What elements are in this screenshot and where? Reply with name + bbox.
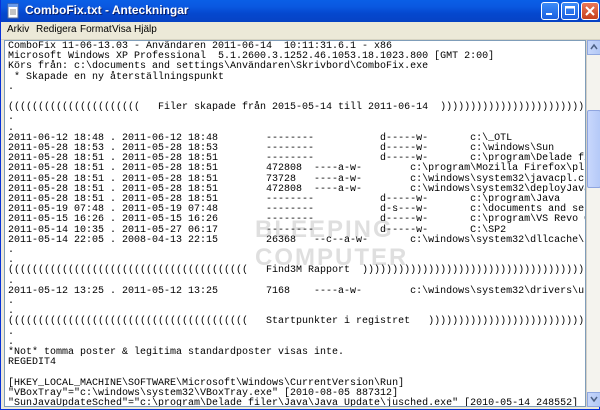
document-line: * Skapade en ny återställningspunkt <box>8 71 225 83</box>
document-line: (((((((((((((((((((((( Filer skapade frå… <box>8 102 586 114</box>
document-line: *Not* tomma poster & legitima standardpo… <box>8 347 345 359</box>
document-line: ((((((((((((((((((((((((((((((((((((((((… <box>8 316 586 328</box>
chevron-down-icon <box>590 396 598 403</box>
document-line: . <box>8 326 15 338</box>
menu-arkiv[interactable]: Arkiv <box>7 24 29 35</box>
maximize-icon <box>565 6 575 15</box>
vertical-scrollbar[interactable] <box>586 40 600 407</box>
document-line: . <box>8 81 15 93</box>
scroll-down-button[interactable] <box>587 392 600 407</box>
minimize-icon <box>546 13 552 15</box>
scroll-thumb[interactable] <box>587 110 600 188</box>
document-line: . <box>8 245 15 257</box>
document-line: . <box>8 296 15 308</box>
document-line: "SunJavaUpdateSched"="c:\program\Delade … <box>8 398 579 407</box>
close-button[interactable] <box>581 2 599 20</box>
document-line: REGEDIT4 <box>8 357 57 369</box>
text-editor[interactable]: ComboFix 11-06-13.03 - Användaren 2011-0… <box>4 40 586 407</box>
minimize-button[interactable] <box>541 2 559 20</box>
notepad-icon <box>7 3 19 19</box>
window-title: ComboFix.txt - Anteckningar <box>25 3 189 17</box>
notepad-window: ComboFix.txt - Anteckningar Arkiv Redige… <box>0 0 600 410</box>
document-line: . <box>8 112 15 124</box>
title-bar[interactable]: ComboFix.txt - Anteckningar <box>1 0 600 22</box>
document-text[interactable]: ComboFix 11-06-13.03 - Användaren 2011-0… <box>8 41 586 407</box>
menu-bar: Arkiv Redigera Format Visa Hjälp <box>1 22 600 40</box>
document-line: ((((((((((((((((((((((((((((((((((((((((… <box>8 265 586 277</box>
menu-format[interactable]: Format <box>80 24 112 35</box>
maximize-button[interactable] <box>561 2 579 20</box>
menu-hjalp[interactable]: Hjälp <box>134 24 157 35</box>
menu-redigera[interactable]: Redigera <box>36 24 77 35</box>
close-icon <box>585 6 595 16</box>
menu-visa[interactable]: Visa <box>112 24 131 35</box>
document-line: 2011-05-12 13:25 . 2011-05-12 13:25 7168… <box>8 285 586 297</box>
scroll-up-button[interactable] <box>587 40 600 55</box>
document-line: 2011-05-14 22:05 . 2008-04-13 22:15 2636… <box>8 234 586 246</box>
chevron-up-icon <box>590 43 598 50</box>
